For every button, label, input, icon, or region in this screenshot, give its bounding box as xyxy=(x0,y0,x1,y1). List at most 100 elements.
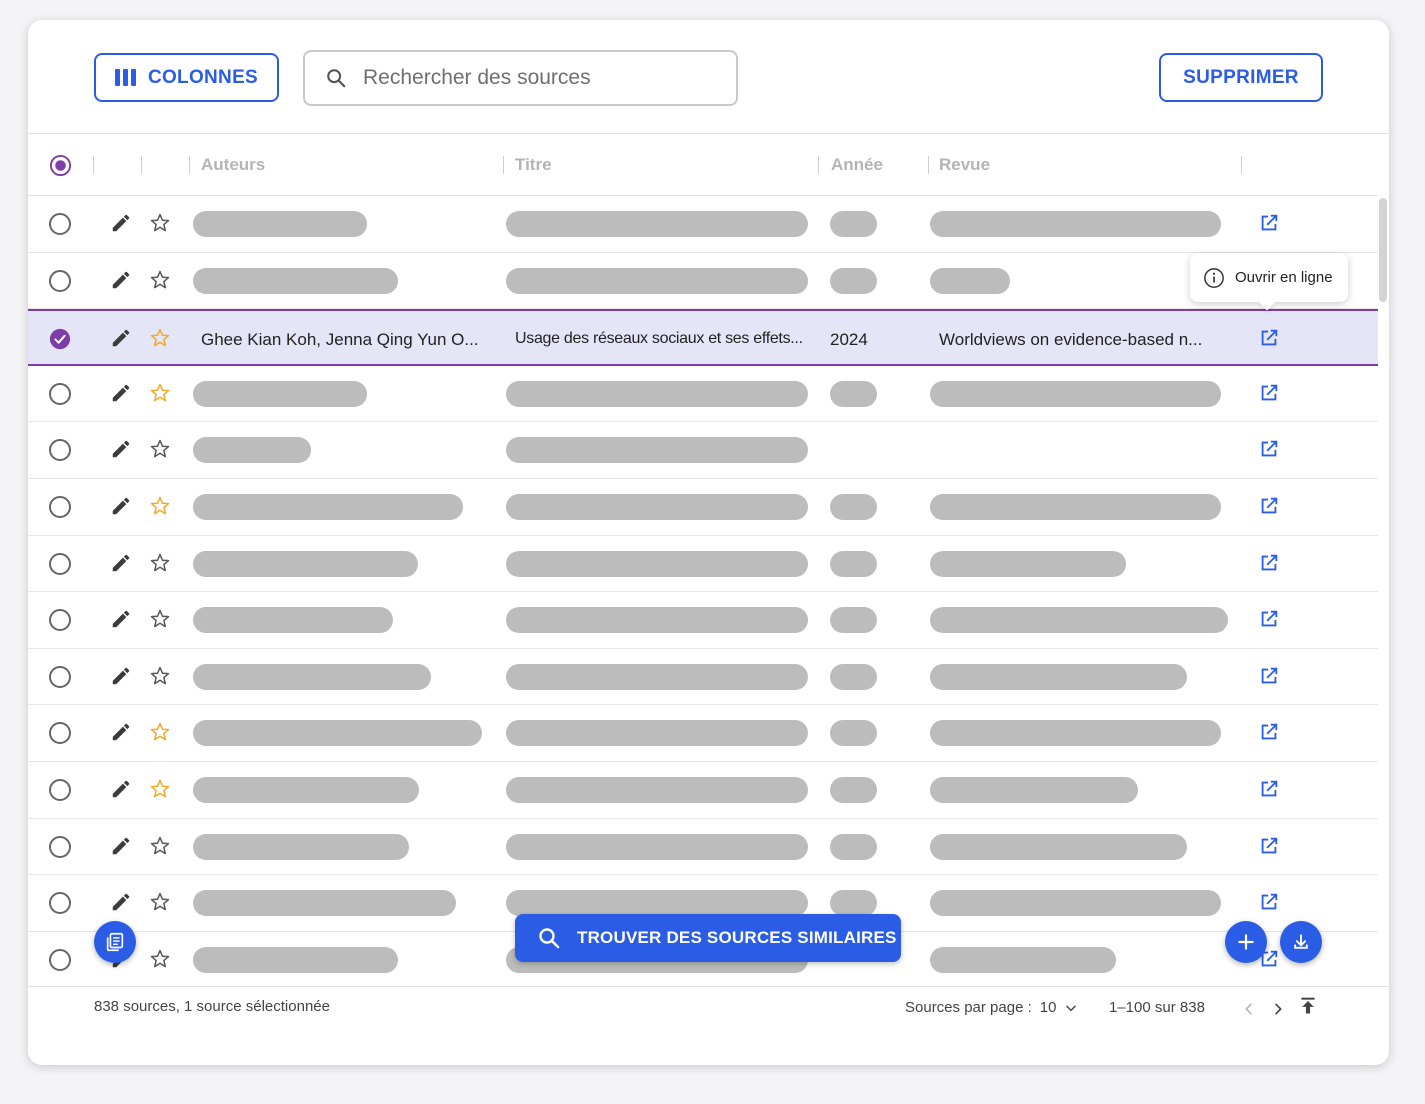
table-row[interactable] xyxy=(28,366,1378,423)
star-icon[interactable] xyxy=(149,269,171,296)
pencil-icon[interactable] xyxy=(110,212,132,239)
delete-button[interactable]: SUPPRIMER xyxy=(1159,53,1323,102)
star-icon[interactable] xyxy=(149,948,171,975)
pencil-icon[interactable] xyxy=(110,552,132,579)
star-icon[interactable] xyxy=(149,438,171,465)
star-icon[interactable] xyxy=(149,721,171,748)
year-placeholder xyxy=(830,380,877,407)
per-page-value[interactable]: 10 xyxy=(1040,999,1057,1016)
open-external-icon[interactable] xyxy=(1258,552,1280,579)
row-select-radio[interactable] xyxy=(49,213,71,235)
pencil-icon[interactable] xyxy=(110,835,132,862)
chevron-right-icon[interactable] xyxy=(1270,1001,1286,1017)
header-authors[interactable]: Auteurs xyxy=(201,155,265,175)
row-select-radio[interactable] xyxy=(49,779,71,801)
star-icon[interactable] xyxy=(149,212,171,239)
table-row[interactable] xyxy=(28,705,1378,762)
search-box[interactable] xyxy=(303,50,738,106)
star-icon[interactable] xyxy=(149,327,171,354)
row-select-radio[interactable] xyxy=(49,892,71,915)
star-icon[interactable] xyxy=(149,552,171,579)
star-icon[interactable] xyxy=(149,608,171,635)
journal-placeholder xyxy=(930,777,1138,803)
open-external-icon[interactable] xyxy=(1258,608,1280,635)
columns-button[interactable]: COLONNES xyxy=(94,53,279,102)
table-row[interactable] xyxy=(28,479,1378,536)
pencil-icon[interactable] xyxy=(110,495,132,522)
star-icon[interactable] xyxy=(149,495,171,522)
pencil-icon[interactable] xyxy=(110,891,132,918)
pencil-icon[interactable] xyxy=(110,269,132,296)
row-select-radio[interactable] xyxy=(49,269,71,292)
column-separator[interactable] xyxy=(503,156,504,174)
download-fab[interactable] xyxy=(1280,921,1322,963)
scroll-to-top-icon[interactable] xyxy=(1298,996,1318,1016)
pencil-icon[interactable] xyxy=(110,327,132,354)
table-row[interactable] xyxy=(28,592,1378,649)
table-row[interactable] xyxy=(28,649,1378,706)
open-external-icon[interactable] xyxy=(1258,665,1280,692)
pencil-icon[interactable] xyxy=(110,382,132,409)
year-placeholder xyxy=(830,211,877,237)
column-separator[interactable] xyxy=(141,156,142,174)
row-select-radio[interactable] xyxy=(49,328,71,350)
star-icon[interactable] xyxy=(149,665,171,692)
pencil-icon[interactable] xyxy=(110,438,132,465)
open-external-icon[interactable] xyxy=(1258,891,1280,918)
star-icon[interactable] xyxy=(149,891,171,918)
column-separator[interactable] xyxy=(93,156,94,174)
open-external-icon[interactable] xyxy=(1258,495,1280,522)
star-icon[interactable] xyxy=(149,382,171,409)
row-select-radio[interactable] xyxy=(49,722,71,745)
star-icon[interactable] xyxy=(149,778,171,805)
row-select-radio[interactable] xyxy=(49,382,71,405)
row-select-radio[interactable] xyxy=(49,665,71,688)
table-row[interactable]: Ghee Kian Koh, Jenna Qing Yun O... Usage … xyxy=(28,309,1378,366)
journal-placeholder xyxy=(930,267,1010,294)
open-external-icon[interactable] xyxy=(1258,778,1280,805)
row-select-radio[interactable] xyxy=(49,496,71,518)
row-select-radio[interactable] xyxy=(49,835,71,858)
header-journal[interactable]: Revue xyxy=(939,155,990,175)
scrollbar-thumb[interactable] xyxy=(1379,198,1387,302)
table-row[interactable] xyxy=(28,762,1378,819)
chevron-left-icon[interactable] xyxy=(1241,1001,1257,1017)
find-similar-label: TROUVER DES SOURCES SIMILAIRES xyxy=(577,928,897,947)
column-separator[interactable] xyxy=(818,156,819,174)
row-select-radio[interactable] xyxy=(49,439,71,462)
table-row[interactable] xyxy=(28,422,1378,479)
per-page-control[interactable]: Sources par page : 10 xyxy=(905,999,1078,1016)
open-external-icon[interactable] xyxy=(1258,382,1280,409)
vertical-scrollbar[interactable] xyxy=(1378,196,1389,996)
row-select-radio[interactable] xyxy=(49,948,71,971)
select-all-radio[interactable] xyxy=(49,154,72,177)
pencil-icon[interactable] xyxy=(110,721,132,748)
chevron-down-icon[interactable] xyxy=(1064,1001,1078,1015)
table-row[interactable] xyxy=(28,819,1378,876)
column-separator[interactable] xyxy=(189,156,190,174)
table-row[interactable] xyxy=(28,536,1378,593)
star-icon[interactable] xyxy=(149,835,171,862)
header-title[interactable]: Titre xyxy=(515,155,552,175)
add-source-fab[interactable] xyxy=(1225,921,1267,963)
pencil-icon[interactable] xyxy=(110,778,132,805)
pencil-icon[interactable] xyxy=(110,665,132,692)
table-row[interactable] xyxy=(28,253,1378,310)
authors-placeholder xyxy=(193,777,419,803)
pencil-icon[interactable] xyxy=(110,608,132,635)
search-input[interactable] xyxy=(363,66,693,90)
open-external-icon[interactable] xyxy=(1258,327,1280,354)
column-separator[interactable] xyxy=(1241,156,1242,174)
open-external-icon[interactable] xyxy=(1258,212,1280,239)
document-fab[interactable] xyxy=(94,921,136,963)
open-external-icon[interactable] xyxy=(1258,721,1280,748)
row-select-radio[interactable] xyxy=(49,609,71,632)
open-external-icon[interactable] xyxy=(1258,438,1280,465)
table-row[interactable] xyxy=(28,196,1378,253)
find-similar-sources-button[interactable]: TROUVER DES SOURCES SIMILAIRES xyxy=(515,914,901,962)
row-select-radio[interactable] xyxy=(49,552,71,575)
header-year[interactable]: Année xyxy=(831,155,883,175)
open-external-icon[interactable] xyxy=(1258,835,1280,862)
column-separator[interactable] xyxy=(928,156,929,174)
title-placeholder xyxy=(506,890,808,917)
